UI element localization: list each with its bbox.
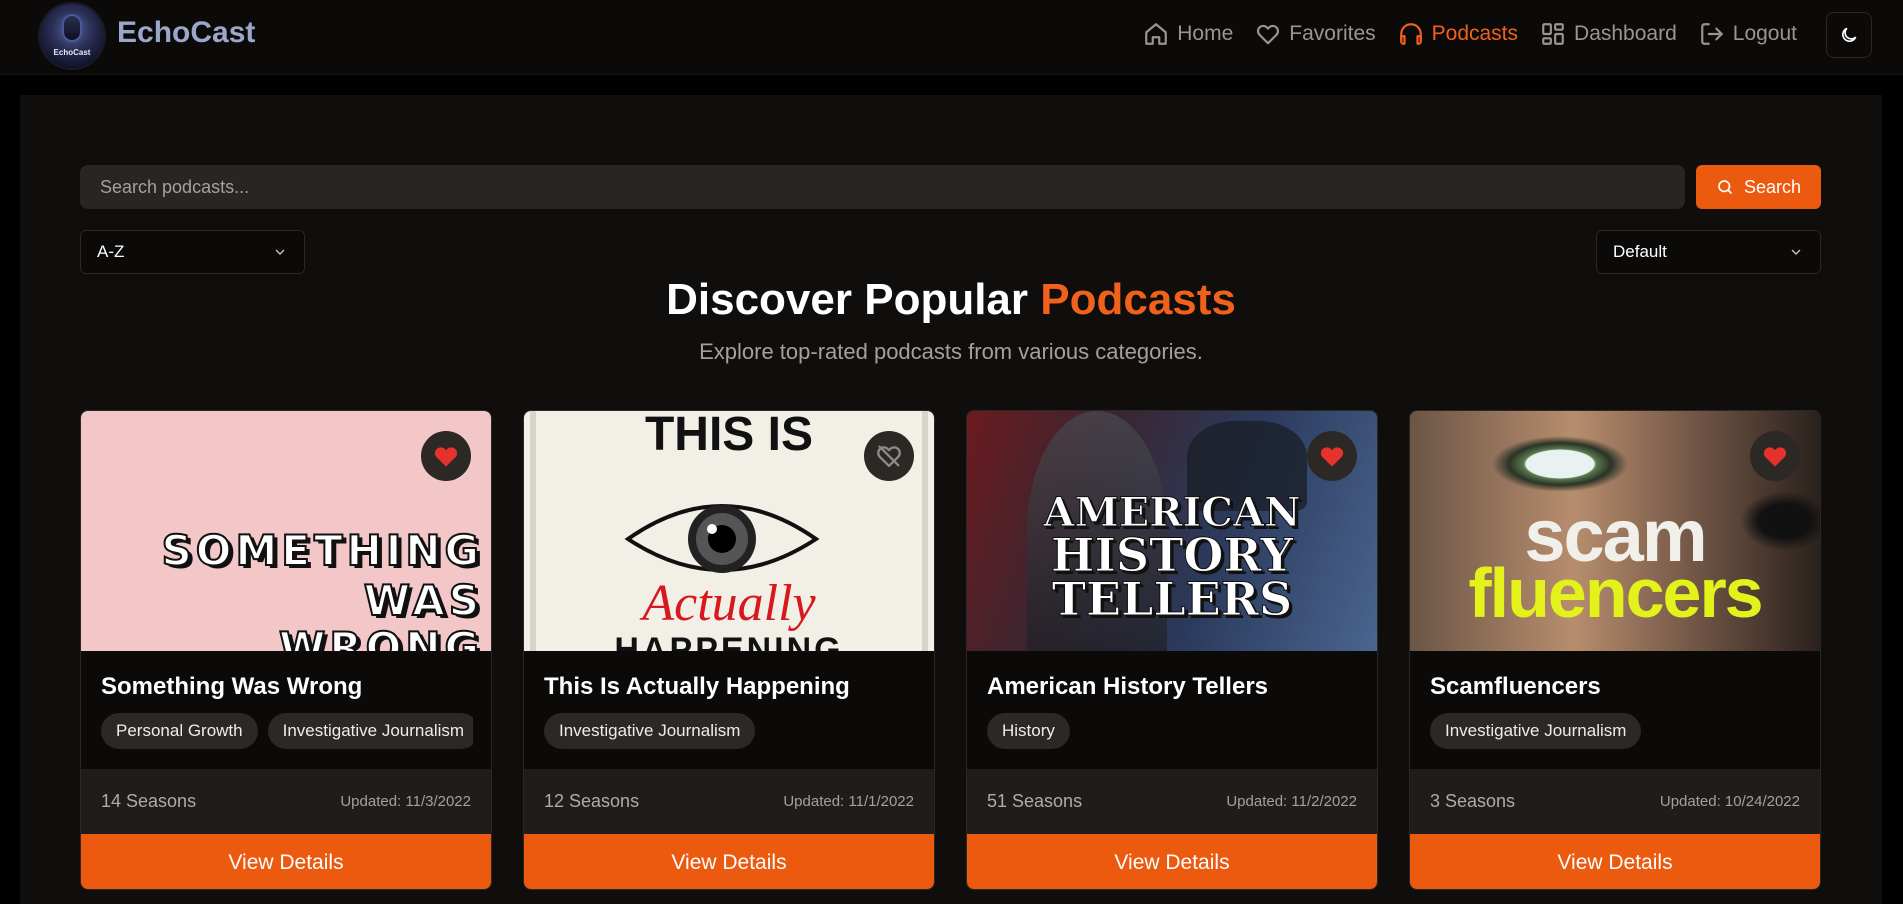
search-icon (1718, 180, 1732, 194)
nav-favorites-label: Favorites (1289, 22, 1376, 45)
updated-date: Updated: 11/3/2022 (340, 793, 471, 810)
search-button-label: Search (1743, 176, 1802, 197)
cover-text-line: TELLERS (1051, 572, 1293, 626)
cover-text: AMERICAN HISTORY TELLERS (967, 489, 1377, 626)
podcast-title[interactable]: Something Was Wrong (101, 673, 362, 701)
podcast-meta: 51 Seasons Updated: 11/2/2022 (967, 769, 1377, 834)
genre-tag: Investigative Journalism (1430, 713, 1642, 749)
podcast-title[interactable]: This Is Actually Happening (544, 673, 850, 701)
main-content: Search A-Z Default Discover Popular Podc… (20, 95, 1882, 904)
podcast-cover[interactable]: scam fluencers (1410, 411, 1820, 651)
nav-home-label: Home (1177, 22, 1234, 45)
seasons-count: 14 Seasons (101, 791, 197, 811)
favorite-button[interactable] (421, 431, 471, 481)
tag-list: Personal Growth Investigative Journalism (101, 713, 473, 751)
moon-icon (1842, 27, 1857, 42)
heart-filled-icon (1763, 447, 1787, 467)
seasons-count: 12 Seasons (544, 791, 640, 811)
search-input[interactable] (80, 165, 1685, 209)
seasons-count: 51 Seasons (987, 791, 1083, 811)
microphone-icon (62, 14, 82, 42)
favorite-button[interactable] (1307, 431, 1357, 481)
podcast-meta: 14 Seasons Updated: 11/3/2022 (81, 769, 491, 834)
nav-logout-label: Logout (1732, 22, 1797, 45)
sort-select[interactable]: A-Z (80, 230, 305, 274)
tag-list: Investigative Journalism (544, 713, 916, 751)
home-icon (1145, 23, 1168, 45)
view-details-button[interactable]: View Details (81, 834, 491, 889)
heart-filled-icon (434, 447, 458, 467)
page-title: Discover Popular Podcasts (20, 275, 1882, 325)
chevron-down-icon (275, 249, 285, 255)
podcast-card[interactable]: scam fluencers Scamfluencers Investigati… (1409, 410, 1821, 890)
heart-off-icon (877, 445, 901, 468)
eye-illustration (1480, 431, 1640, 491)
cover-text: fluencers (1468, 554, 1763, 632)
podcast-grid: SOMETHING WAS WRONG Something Was Wrong … (80, 410, 1822, 904)
cover-text-line: AMERICAN (1043, 489, 1301, 536)
top-navbar: EchoCast EchoCast Home Favorites Podcast… (0, 0, 1903, 75)
cover-text: SOMETHING (161, 525, 483, 576)
cover-text: WRONG (278, 622, 483, 651)
tag-list: History (987, 713, 1359, 751)
filter-select-value: Default (1613, 242, 1667, 261)
page-subtitle: Explore top-rated podcasts from various … (699, 339, 1203, 364)
search-button[interactable]: Search (1696, 165, 1821, 209)
updated-date: Updated: 10/24/2022 (1659, 793, 1800, 810)
nav-favorites[interactable]: Favorites (1255, 21, 1376, 47)
nav-links: Home Favorites Podcasts Dashboard Logout (1121, 21, 1797, 47)
podcast-meta: 3 Seasons Updated: 10/24/2022 (1410, 769, 1820, 834)
genre-tag: Investigative Journalism (267, 713, 473, 749)
brand-name[interactable]: EchoCast (117, 16, 255, 50)
heart-icon (1257, 24, 1280, 45)
nav-podcasts-label: Podcasts (1431, 22, 1519, 45)
podcast-card[interactable]: AMERICAN HISTORY TELLERS American Histor… (966, 410, 1378, 890)
podcast-title[interactable]: American History Tellers (987, 673, 1268, 701)
headphones-icon (1399, 23, 1422, 45)
chevron-down-icon (1791, 249, 1801, 255)
genre-tag: History (987, 713, 1070, 749)
view-details-button[interactable]: View Details (967, 834, 1377, 889)
genre-filter-select[interactable]: Default (1596, 230, 1821, 274)
updated-date: Updated: 11/1/2022 (783, 793, 914, 810)
view-details-button[interactable]: View Details (1410, 834, 1820, 889)
cover-text: WAS (363, 575, 483, 626)
nav-home[interactable]: Home (1143, 21, 1233, 47)
seasons-count: 3 Seasons (1430, 791, 1516, 811)
logo[interactable]: EchoCast (40, 4, 104, 68)
page-title-prefix: Discover Popular (666, 275, 1041, 324)
nav-podcasts[interactable]: Podcasts (1398, 21, 1518, 47)
cover-text: HAPPENING (614, 631, 844, 651)
podcast-cover[interactable]: THIS IS Actually HAPPENING (524, 411, 934, 651)
logout-icon (1700, 23, 1723, 45)
sort-select-value: A-Z (97, 242, 125, 261)
page-title-accent: Podcasts (1040, 275, 1236, 324)
nav-logout[interactable]: Logout (1699, 21, 1797, 47)
podcast-card[interactable]: THIS IS Actually HAPPENING This Is Actua… (523, 410, 935, 890)
nav-dashboard-label: Dashboard (1574, 22, 1677, 45)
logo-text: EchoCast (53, 48, 91, 57)
podcast-cover[interactable]: AMERICAN HISTORY TELLERS (967, 411, 1377, 651)
podcast-cover[interactable]: SOMETHING WAS WRONG (81, 411, 491, 651)
genre-tag: Personal Growth (101, 713, 258, 749)
heart-filled-icon (1320, 447, 1344, 467)
favorite-button[interactable] (1750, 431, 1800, 481)
tag-list: Investigative Journalism (1430, 713, 1802, 751)
genre-tag: Investigative Journalism (544, 713, 756, 749)
dashboard-icon (1542, 23, 1564, 45)
theme-toggle-button[interactable] (1826, 12, 1872, 58)
updated-date: Updated: 11/2/2022 (1226, 793, 1357, 810)
podcast-title[interactable]: Scamfluencers (1430, 673, 1601, 701)
podcast-card[interactable]: SOMETHING WAS WRONG Something Was Wrong … (80, 410, 492, 890)
favorite-button[interactable] (864, 431, 914, 481)
podcast-meta: 12 Seasons Updated: 11/1/2022 (524, 769, 934, 834)
view-details-button[interactable]: View Details (524, 834, 934, 889)
nav-dashboard[interactable]: Dashboard (1540, 21, 1677, 47)
cover-text: Actually (642, 575, 816, 632)
cover-text-line: HISTORY (1050, 528, 1294, 582)
